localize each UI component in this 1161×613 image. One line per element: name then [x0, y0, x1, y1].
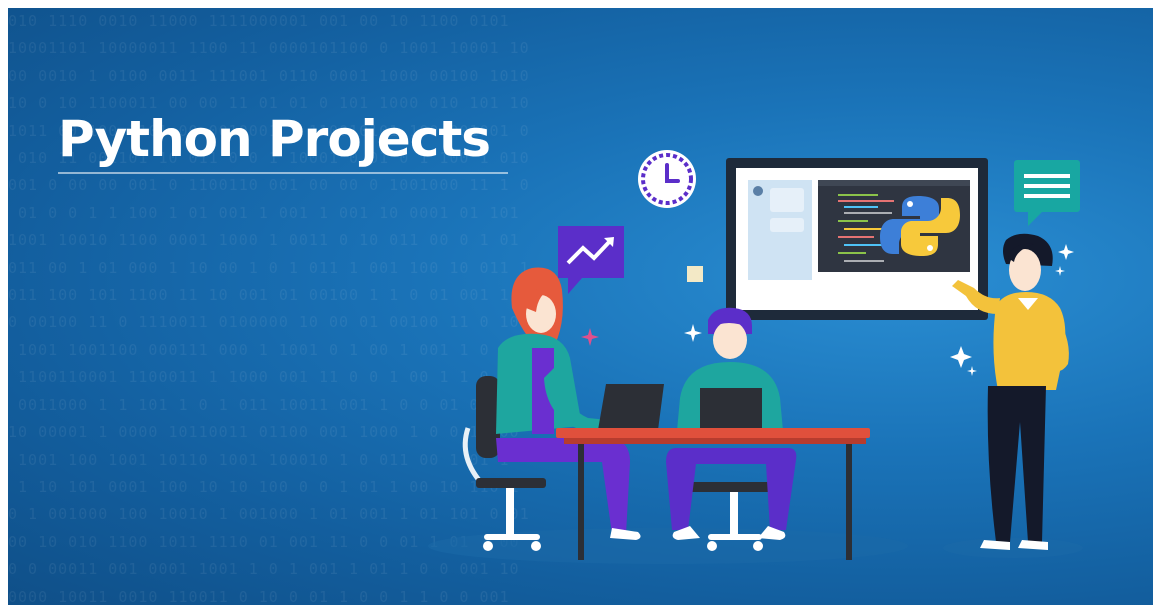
hero-banner: 010 1110 0010 11000 1111000001 001 00 10…: [8, 8, 1153, 605]
presentation-screen: [726, 158, 988, 320]
floor-shadow: [428, 528, 908, 564]
clock-icon: [638, 150, 696, 208]
trend-chart-icon: [558, 226, 624, 294]
team-illustration: [428, 150, 1083, 564]
laptop-right: [700, 388, 762, 432]
sticky-note-icon: [687, 266, 703, 282]
presenter-shadow: [943, 538, 1083, 558]
chat-bubble-icon: [1014, 160, 1080, 226]
sparkle-icon: [581, 328, 599, 346]
